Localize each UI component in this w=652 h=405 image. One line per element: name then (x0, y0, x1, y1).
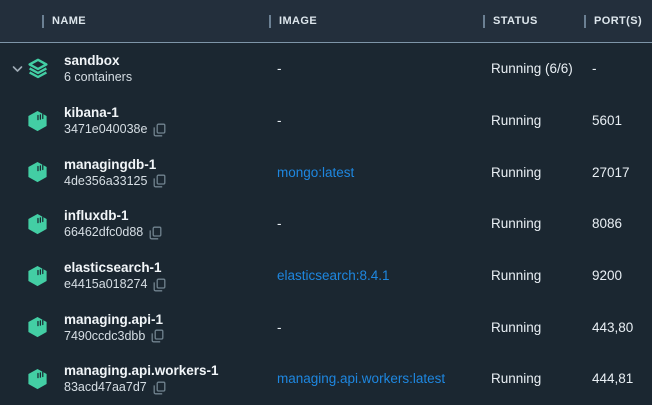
stack-icon (26, 57, 52, 81)
name-cell: sandbox 6 containers (0, 52, 269, 85)
container-icon (26, 264, 52, 288)
container-icon (26, 160, 52, 184)
container-name: managingdb-1 (64, 156, 166, 173)
chevron-down-icon[interactable] (12, 65, 26, 73)
status-cell: Running (483, 165, 584, 180)
container-row[interactable]: elasticsearch-1 e4415a018274 elasticsear… (0, 250, 652, 302)
container-name: elasticsearch-1 (64, 259, 166, 276)
chevron-down-icon[interactable] (12, 168, 26, 176)
column-separator (584, 15, 586, 28)
image-cell: - (269, 61, 483, 76)
chevron-down-icon[interactable] (12, 220, 26, 228)
image-link[interactable]: mongo:latest (269, 165, 483, 180)
name-cell: managing.api-1 7490ccdc3dbb (0, 311, 269, 344)
name-block: elasticsearch-1 e4415a018274 (64, 259, 166, 292)
status-cell: Running (483, 320, 584, 335)
column-header-name: NAME (0, 15, 269, 28)
name-block: sandbox 6 containers (64, 52, 132, 85)
container-icon (26, 367, 52, 391)
container-subtext: 4de356a33125 (64, 174, 147, 189)
image-cell: - (269, 216, 483, 231)
status-cell: Running (6/6) (483, 61, 584, 76)
name-block: managing.api.workers-1 83acd47aa7d7 (64, 362, 219, 395)
container-subtext: 6 containers (64, 70, 132, 85)
copy-icon[interactable] (153, 381, 166, 395)
container-row[interactable]: managing.api.workers-1 83acd47aa7d7 mana… (0, 353, 652, 405)
status-cell: Running (483, 113, 584, 128)
name-block: managing.api-1 7490ccdc3dbb (64, 311, 164, 344)
ports-cell: - (584, 61, 652, 76)
ports-cell: 5601 (584, 113, 652, 128)
image-link[interactable]: managing.api.workers:latest (269, 371, 483, 386)
chevron-down-icon[interactable] (12, 323, 26, 331)
container-subtext: 66462dfc0d88 (64, 225, 143, 240)
ports-cell: 443,80 (584, 320, 652, 335)
column-header-ports: PORT(S) (584, 15, 652, 28)
table-body: sandbox 6 containers - Running (6/6) - (0, 43, 652, 405)
copy-icon[interactable] (153, 123, 166, 137)
container-icon (26, 212, 52, 236)
chevron-down-icon[interactable] (12, 375, 26, 383)
name-cell: kibana-1 3471e040038e (0, 104, 269, 137)
status-cell: Running (483, 216, 584, 231)
container-row[interactable]: managing.api-1 7490ccdc3dbb - Running 44… (0, 301, 652, 353)
container-name: influxdb-1 (64, 207, 162, 224)
name-cell: elasticsearch-1 e4415a018274 (0, 259, 269, 292)
column-header-status: STATUS (483, 15, 584, 28)
ports-cell: 9200 (584, 268, 652, 283)
column-header-ports-label: PORT(S) (594, 15, 642, 27)
container-name: managing.api.workers-1 (64, 362, 219, 379)
container-group-row[interactable]: sandbox 6 containers - Running (6/6) - (0, 43, 652, 95)
column-header-image-label: IMAGE (279, 15, 317, 27)
image-cell: - (269, 320, 483, 335)
table-header: NAME IMAGE STATUS PORT(S) (0, 0, 652, 43)
ports-cell: 444,81 (584, 371, 652, 386)
column-separator (42, 15, 44, 28)
column-header-name-label: NAME (52, 15, 86, 27)
container-name: kibana-1 (64, 104, 166, 121)
container-row[interactable]: managingdb-1 4de356a33125 mongo:latest R… (0, 146, 652, 198)
containers-table: NAME IMAGE STATUS PORT(S) (0, 0, 652, 405)
column-header-image: IMAGE (269, 15, 483, 28)
copy-icon[interactable] (153, 174, 166, 188)
ports-cell: 8086 (584, 216, 652, 231)
ports-cell: 27017 (584, 165, 652, 180)
name-cell: managingdb-1 4de356a33125 (0, 156, 269, 189)
image-link[interactable]: elasticsearch:8.4.1 (269, 268, 483, 283)
copy-icon[interactable] (153, 278, 166, 292)
name-cell: influxdb-1 66462dfc0d88 (0, 207, 269, 240)
chevron-down-icon[interactable] (12, 117, 26, 125)
container-name: sandbox (64, 52, 132, 69)
container-subtext: e4415a018274 (64, 277, 147, 292)
column-separator (483, 15, 485, 28)
chevron-down-icon[interactable] (12, 272, 26, 280)
name-block: influxdb-1 66462dfc0d88 (64, 207, 162, 240)
image-cell: - (269, 113, 483, 128)
column-header-status-label: STATUS (493, 15, 538, 27)
name-cell: managing.api.workers-1 83acd47aa7d7 (0, 362, 269, 395)
name-block: kibana-1 3471e040038e (64, 104, 166, 137)
status-cell: Running (483, 268, 584, 283)
container-subtext: 3471e040038e (64, 122, 147, 137)
name-block: managingdb-1 4de356a33125 (64, 156, 166, 189)
status-cell: Running (483, 371, 584, 386)
container-row[interactable]: kibana-1 3471e040038e - Running 5601 (0, 95, 652, 147)
container-subtext: 83acd47aa7d7 (64, 380, 147, 395)
container-icon (26, 109, 52, 133)
copy-icon[interactable] (149, 226, 162, 240)
container-icon (26, 315, 52, 339)
column-separator (269, 15, 271, 28)
container-row[interactable]: influxdb-1 66462dfc0d88 - Running 8086 (0, 198, 652, 250)
container-subtext: 7490ccdc3dbb (64, 329, 145, 344)
copy-icon[interactable] (151, 329, 164, 343)
container-name: managing.api-1 (64, 311, 164, 328)
